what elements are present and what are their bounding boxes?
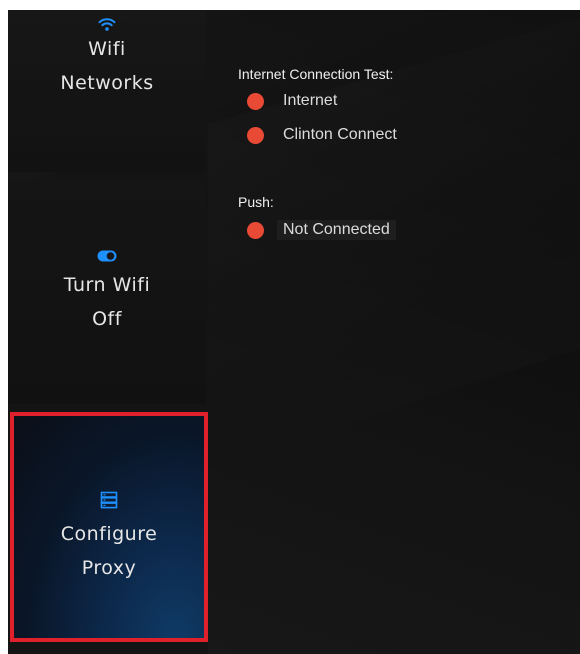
status-row-internet: Internet	[247, 92, 337, 110]
turn-wifi-off-label: Turn Wifi Off	[63, 274, 151, 330]
toggle-icon	[97, 250, 117, 262]
connection-test-title: Internet Connection Test:	[238, 66, 394, 82]
status-label-internet: Internet	[283, 92, 338, 109]
status-label-clinton-connect: Clinton Connect	[283, 126, 397, 143]
app-screen: Wifi Networks Turn Wifi Off Configure Pr…	[8, 10, 580, 654]
status-dot	[247, 221, 264, 239]
wifi-networks-tile[interactable]: Wifi Networks	[8, 10, 206, 172]
status-dot	[247, 92, 264, 110]
turn-wifi-off-tile[interactable]: Turn Wifi Off	[8, 182, 206, 404]
push-title: Push:	[238, 194, 274, 210]
wifi-icon	[98, 16, 116, 32]
configure-proxy-tile[interactable]: Configure Proxy	[10, 412, 208, 642]
configure-proxy-label: Configure Proxy	[60, 523, 158, 579]
status-row-clinton-connect: Clinton Connect	[247, 126, 397, 144]
status-dot	[247, 126, 264, 144]
server-icon	[100, 491, 118, 509]
wifi-networks-label: Wifi Networks	[60, 38, 154, 94]
status-label-push: Not Connected	[277, 220, 396, 240]
status-row-push: Not Connected	[247, 220, 396, 240]
